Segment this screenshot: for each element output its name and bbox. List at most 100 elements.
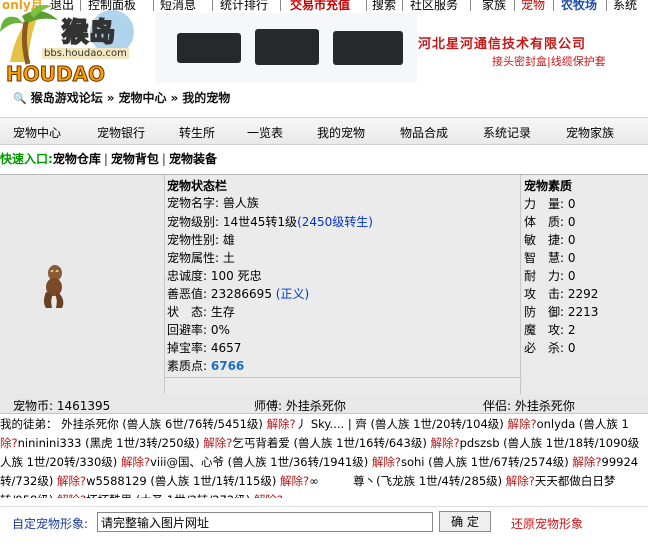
breadcrumb: 🔍 猴岛游戏论坛» 宠物中心» 我的宠物 <box>13 89 234 105</box>
nav-divider <box>606 0 607 11</box>
status-value: 4657 <box>210 341 242 355</box>
traits-box: 宠物素质 力 量: 0 体 质: 0 敏 捷: 0 智 慧: 0 耐 力: 0 … <box>522 175 648 395</box>
confirm-button[interactable]: 确 定 <box>439 511 491 532</box>
menu-system-log[interactable]: 系统记录 <box>483 124 531 141</box>
trait-value: 0 <box>567 269 576 283</box>
menu-item-synthesis[interactable]: 物品合成 <box>400 124 448 141</box>
release-disciple-link[interactable]: 解除? <box>267 417 296 431</box>
justice-link[interactable]: (正义) <box>276 287 309 301</box>
banner-company: 河北星河通信技术有限公司 <box>418 37 587 52</box>
product-image <box>255 29 319 65</box>
status-value: 0% <box>210 323 230 337</box>
trait-row: 耐 力: 0 <box>524 267 576 284</box>
status-label: 宠物属性: <box>167 251 220 265</box>
disciple-text: 转/958级) <box>0 493 57 498</box>
status-value: 23286695 <box>210 287 272 301</box>
attribute-points-value: 6766 <box>210 359 245 373</box>
nav-divider <box>212 0 213 11</box>
breadcrumb-forum[interactable]: 猴岛游戏论坛 <box>31 91 103 105</box>
nav-divider <box>366 0 367 11</box>
release-disciple-link[interactable]: 解除? <box>430 436 459 450</box>
status-row-drop-rate: 掉宝率: 4657 <box>167 339 241 356</box>
trade-recharge-link[interactable]: 交易市充值 <box>290 0 350 11</box>
quick-link-equipment[interactable]: 宠物装备 <box>169 152 217 166</box>
trait-label: 耐 力: <box>524 269 565 283</box>
status-value: 生存 <box>210 305 235 319</box>
trait-row: 智 慧: 0 <box>524 249 576 266</box>
release-disciple-link[interactable]: 解除? <box>57 474 86 488</box>
breadcrumb-separator: » <box>170 91 179 105</box>
menu-pet-center[interactable]: 宠物中心 <box>13 124 61 141</box>
search-link[interactable]: 搜索 <box>372 0 396 11</box>
menu-rebirth[interactable]: 转生所 <box>179 124 215 141</box>
trait-row: 敏 捷: 0 <box>524 231 576 248</box>
image-url-input[interactable] <box>97 512 433 532</box>
restore-image-link[interactable]: 还原宠物形象 <box>511 515 583 532</box>
breadcrumb-pet-center[interactable]: 宠物中心 <box>118 91 166 105</box>
trait-value: 0 <box>567 197 576 211</box>
community-link[interactable]: 社区服务 <box>410 0 458 11</box>
status-value: 14世45转1级 <box>222 215 298 229</box>
farm-link[interactable]: 农牧场 <box>561 0 597 11</box>
status-label: 掉宝率: <box>167 341 208 355</box>
disciple-text: 丿 Sky.... | 齊 (兽人族 1世/20转/104级) <box>295 417 508 431</box>
banner-slogan: 接头密封盒|线缆保护套 <box>492 55 606 68</box>
banner-product-strip <box>155 13 417 83</box>
release-disciple-link[interactable]: 解除? <box>507 417 536 431</box>
status-divider <box>165 377 522 378</box>
trait-value: 2292 <box>567 287 599 301</box>
trait-row: 力 量: 0 <box>524 195 576 212</box>
stats-link[interactable]: 统计排行 <box>220 0 268 11</box>
release-disciple-link[interactable]: 解除? <box>203 436 232 450</box>
disciple-text: onlyda (兽人族 1 <box>536 417 629 431</box>
trait-value: 2213 <box>567 305 599 319</box>
quick-links: 快速入口:宠物仓库 | 宠物背包 | 宠物装备 <box>0 150 217 167</box>
breadcrumb-my-pet: 我的宠物 <box>182 91 231 105</box>
disciple-text: sohi (兽人族 1世/67转/2574级) <box>400 455 573 469</box>
status-row-loyalty: 忠诚度: 100 死忠 <box>167 267 262 284</box>
trait-label: 智 慧: <box>524 251 565 265</box>
disciples-list: 我的徒弟： 外挂杀死你 (兽人族 6世/76转/5451级) 解除?丿 Sky.… <box>0 416 648 498</box>
status-value: 兽人族 <box>222 196 259 210</box>
disciple-text: 乞丐背着爱 (兽人族 1世/16转/643级) <box>232 436 431 450</box>
status-box: 宠物状态栏 宠物名字: 兽人族 宠物级别: 14世45转1级(2450级转生) … <box>164 175 522 395</box>
menu-overview[interactable]: 一览表 <box>247 124 283 141</box>
rebirth-level-link[interactable]: (2450级转生) <box>297 215 373 229</box>
status-row-gender: 宠物性别: 雄 <box>167 231 235 248</box>
product-image <box>333 31 403 65</box>
system-link[interactable]: 系统 <box>613 0 637 11</box>
status-label: 善恶值: <box>167 287 208 301</box>
traits-title: 宠物素质 <box>524 179 573 193</box>
custom-image-label: 自定宠物形象: <box>12 517 89 531</box>
site-logo[interactable]: 猴岛 bbs.houdao.com HOUDAO <box>0 2 155 90</box>
menu-pet-bank[interactable]: 宠物银行 <box>97 124 145 141</box>
release-disciple-link[interactable]: 解除? <box>506 474 535 488</box>
custom-pet-image-row: 自定宠物形象: 确 定 还原宠物形象 <box>0 506 648 536</box>
release-disciple-link[interactable]: 解除? <box>372 455 401 469</box>
messages-link[interactable]: 短消息 <box>160 0 196 11</box>
trait-label: 防 御: <box>524 305 565 319</box>
family-link[interactable]: 家族 <box>482 0 506 11</box>
trait-label: 体 质: <box>524 215 565 229</box>
release-disciple-link[interactable]: 除? <box>0 436 18 450</box>
release-disciple-link[interactable]: 解除? <box>254 493 283 498</box>
release-disciple-link[interactable]: 解除? <box>280 474 309 488</box>
quick-link-storage[interactable]: 宠物仓库 <box>53 152 101 166</box>
status-title: 宠物状态栏 <box>167 179 228 193</box>
status-label: 状 态: <box>167 305 208 319</box>
trait-row: 必 杀: 0 <box>524 339 576 356</box>
release-disciple-link[interactable]: 解除? <box>57 493 86 498</box>
trait-label: 敏 捷: <box>524 233 565 247</box>
banner-ad[interactable]: 河北星河通信技术有限公司 接头密封盒|线缆保护套 <box>155 13 648 83</box>
release-disciple-link[interactable]: 解除? <box>572 455 601 469</box>
trait-label: 魔 攻: <box>524 323 565 337</box>
menu-my-pet[interactable]: 我的宠物 <box>317 124 365 141</box>
menu-pet-family[interactable]: 宠物家族 <box>566 124 614 141</box>
status-label: 宠物性别: <box>167 233 220 247</box>
pet-link[interactable]: 宠物 <box>521 0 545 11</box>
disciple-text: 天天都做白日梦 <box>534 474 616 488</box>
release-disciple-link[interactable]: 解除? <box>121 455 150 469</box>
trait-label: 攻 击: <box>524 287 565 301</box>
status-row-element: 宠物属性: 土 <box>167 249 235 266</box>
quick-link-backpack[interactable]: 宠物背包 <box>111 152 159 166</box>
